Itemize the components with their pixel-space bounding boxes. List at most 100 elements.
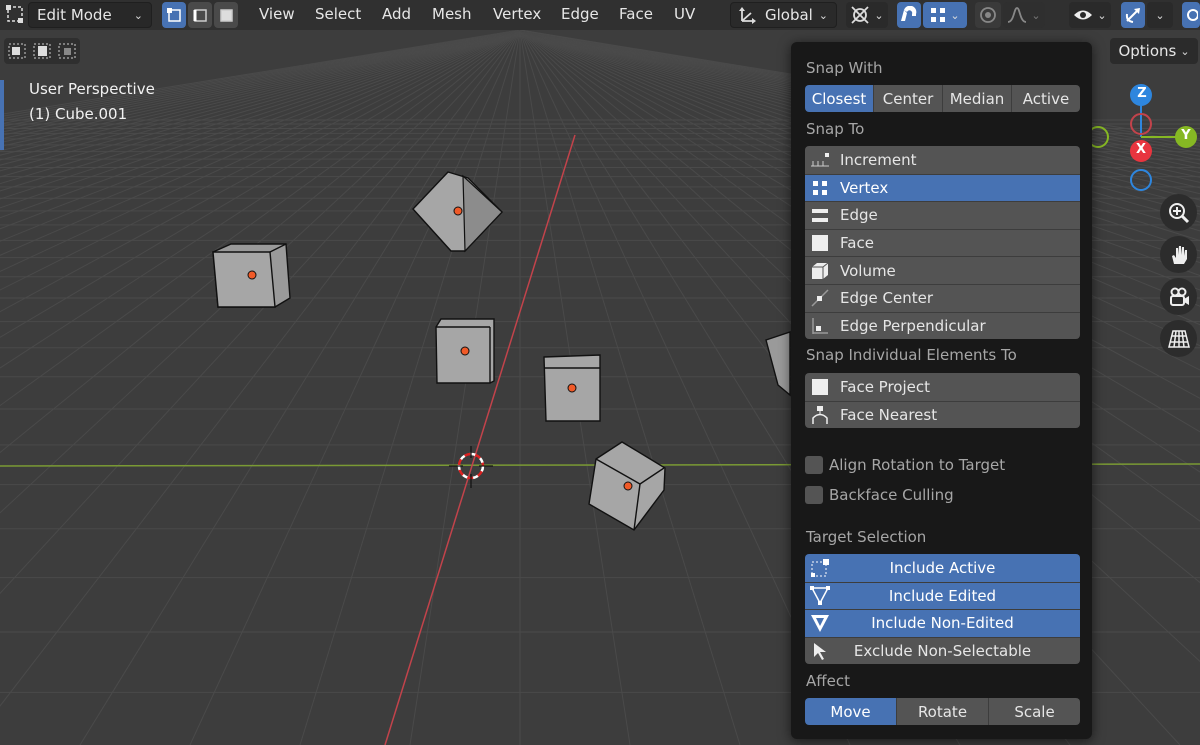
- orientation-label: Global: [765, 6, 813, 24]
- include-active-icon: [805, 554, 835, 581]
- backface-culling-box[interactable]: [805, 486, 823, 504]
- exclude-non-selectable-label: Exclude Non-Selectable: [853, 642, 1032, 661]
- snap-with-median[interactable]: Median: [942, 85, 1011, 112]
- selection-mode-toggle[interactable]: [4, 38, 80, 64]
- visibility-dropdown[interactable]: ⌄: [1069, 2, 1111, 28]
- snap-to-increment-label: Increment: [840, 150, 917, 169]
- chevron-down-icon: ⌄: [874, 8, 884, 22]
- grid-perspective-icon: [1167, 329, 1190, 348]
- include-edited-button[interactable]: Include Edited: [805, 581, 1080, 610]
- gizmo-y-label: Y: [1181, 128, 1191, 143]
- include-edited-label: Include Edited: [888, 586, 997, 605]
- snap-to-edge-perpendicular-label: Edge Perpendicular: [840, 316, 986, 335]
- snap-with-center[interactable]: Center: [873, 85, 942, 112]
- exclude-non-selectable-icon: [805, 638, 835, 665]
- vertex-snap-icon: [931, 8, 946, 22]
- active-object-label: (1) Cube.001: [29, 105, 128, 123]
- face-select-mode-button[interactable]: [214, 2, 238, 28]
- menu-select[interactable]: Select: [315, 5, 361, 23]
- vertex-select-mode-button[interactable]: [162, 2, 186, 28]
- toolbar-edge-indicator: [0, 80, 4, 150]
- snap-face-nearest[interactable]: Face Nearest: [805, 400, 1080, 429]
- menu-edge[interactable]: Edge: [561, 5, 599, 23]
- proportional-editing-toggle[interactable]: [975, 2, 1001, 28]
- snap-to-face-label: Face: [840, 234, 874, 253]
- camera-view-button[interactable]: [1160, 278, 1197, 315]
- snap-face-project[interactable]: Face Project: [805, 373, 1080, 401]
- align-rotation-box[interactable]: [805, 456, 823, 474]
- affect-move[interactable]: Move: [805, 698, 896, 725]
- cube-center[interactable]: [435, 318, 495, 384]
- eye-icon: [1074, 10, 1093, 20]
- snap-to-edge-center[interactable]: Edge Center: [805, 283, 1080, 312]
- include-non-edited-button[interactable]: Include Non-Edited: [805, 609, 1080, 637]
- perspective-toggle-button[interactable]: [1160, 320, 1197, 357]
- pivot-point-dropdown[interactable]: ⌄: [846, 2, 888, 28]
- backface-culling-checkbox[interactable]: Backface Culling: [805, 486, 954, 504]
- orientation-axes-icon: [739, 7, 756, 24]
- vertex-select-icon: [167, 8, 181, 22]
- snap-to-volume[interactable]: Volume: [805, 256, 1080, 284]
- menu-mesh[interactable]: Mesh: [432, 5, 472, 23]
- affect-label: Affect: [806, 672, 850, 690]
- snap-to-vertex[interactable]: Vertex: [805, 173, 1080, 202]
- snap-to-vertex-label: Vertex: [840, 178, 889, 197]
- snap-target-dropdown[interactable]: ⌄: [923, 2, 967, 28]
- gizmo-dropdown[interactable]: ⌄: [1147, 2, 1173, 28]
- editor-type-icon[interactable]: [6, 5, 26, 29]
- snap-to-increment[interactable]: Increment: [805, 146, 1080, 174]
- menu-view[interactable]: View: [259, 5, 295, 23]
- chevron-down-icon: ⌄: [950, 8, 960, 22]
- options-dropdown[interactable]: Options ⌄: [1110, 38, 1198, 64]
- snap-face-nearest-label: Face Nearest: [840, 405, 938, 424]
- select-subtract-icon[interactable]: [55, 38, 80, 64]
- snap-to-face[interactable]: Face: [805, 228, 1080, 257]
- transform-orientation-dropdown[interactable]: Global ⌄: [730, 2, 837, 28]
- zoom-button[interactable]: [1160, 194, 1197, 231]
- affect-rotate[interactable]: Rotate: [896, 698, 988, 725]
- menu-add[interactable]: Add: [382, 5, 411, 23]
- snap-with-closest[interactable]: Closest: [805, 85, 873, 112]
- zoom-icon: [1168, 202, 1189, 223]
- align-rotation-checkbox[interactable]: Align Rotation to Target: [805, 456, 1005, 474]
- affect-scale[interactable]: Scale: [988, 698, 1080, 725]
- select-extend-icon[interactable]: [29, 38, 54, 64]
- increment-icon: [805, 146, 835, 173]
- cube-left[interactable]: [212, 243, 291, 308]
- edge-select-mode-button[interactable]: [188, 2, 212, 28]
- options-label: Options: [1118, 42, 1177, 60]
- include-non-edited-label: Include Non-Edited: [871, 614, 1014, 633]
- magnet-icon: [901, 6, 917, 21]
- snap-individual-label: Snap Individual Elements To: [806, 346, 1017, 364]
- pan-button[interactable]: [1160, 236, 1197, 273]
- gizmo-toggle-button[interactable]: [1121, 2, 1145, 28]
- face-project-icon: [805, 373, 835, 400]
- falloff-dropdown[interactable]: ⌄: [1003, 2, 1045, 28]
- include-active-label: Include Active: [889, 558, 996, 577]
- target-selection-list: Include Active Include Edited Include No…: [805, 554, 1080, 665]
- include-active-button[interactable]: Include Active: [805, 554, 1080, 582]
- camera-icon: [1169, 287, 1189, 306]
- edge-icon: [805, 202, 835, 229]
- snap-with-active[interactable]: Active: [1011, 85, 1080, 112]
- snap-to-volume-label: Volume: [840, 261, 896, 280]
- edge-select-icon: [193, 9, 207, 22]
- cube-right[interactable]: [543, 354, 601, 422]
- menu-face[interactable]: Face: [619, 5, 653, 23]
- face-icon: [805, 230, 835, 257]
- exclude-non-selectable-button[interactable]: Exclude Non-Selectable: [805, 636, 1080, 665]
- overlays-icon: [1187, 9, 1198, 21]
- snap-with-segmented: Closest Center Median Active: [805, 85, 1080, 112]
- snap-to-label: Snap To: [806, 120, 865, 138]
- overlays-toggle-button[interactable]: [1182, 2, 1200, 28]
- select-new-icon[interactable]: [4, 38, 29, 64]
- menu-vertex[interactable]: Vertex: [493, 5, 541, 23]
- snap-to-edge[interactable]: Edge: [805, 201, 1080, 229]
- snap-to-edge-center-label: Edge Center: [840, 289, 934, 308]
- snapping-popover: Snap With Closest Center Median Active S…: [791, 42, 1092, 739]
- snap-to-edge-perpendicular[interactable]: Edge Perpendicular: [805, 311, 1080, 340]
- snap-toggle-button[interactable]: [897, 2, 921, 28]
- chevron-down-icon: ⌄: [1097, 8, 1107, 22]
- mode-dropdown[interactable]: Edit Mode ⌄: [28, 2, 152, 28]
- menu-uv[interactable]: UV: [674, 5, 695, 23]
